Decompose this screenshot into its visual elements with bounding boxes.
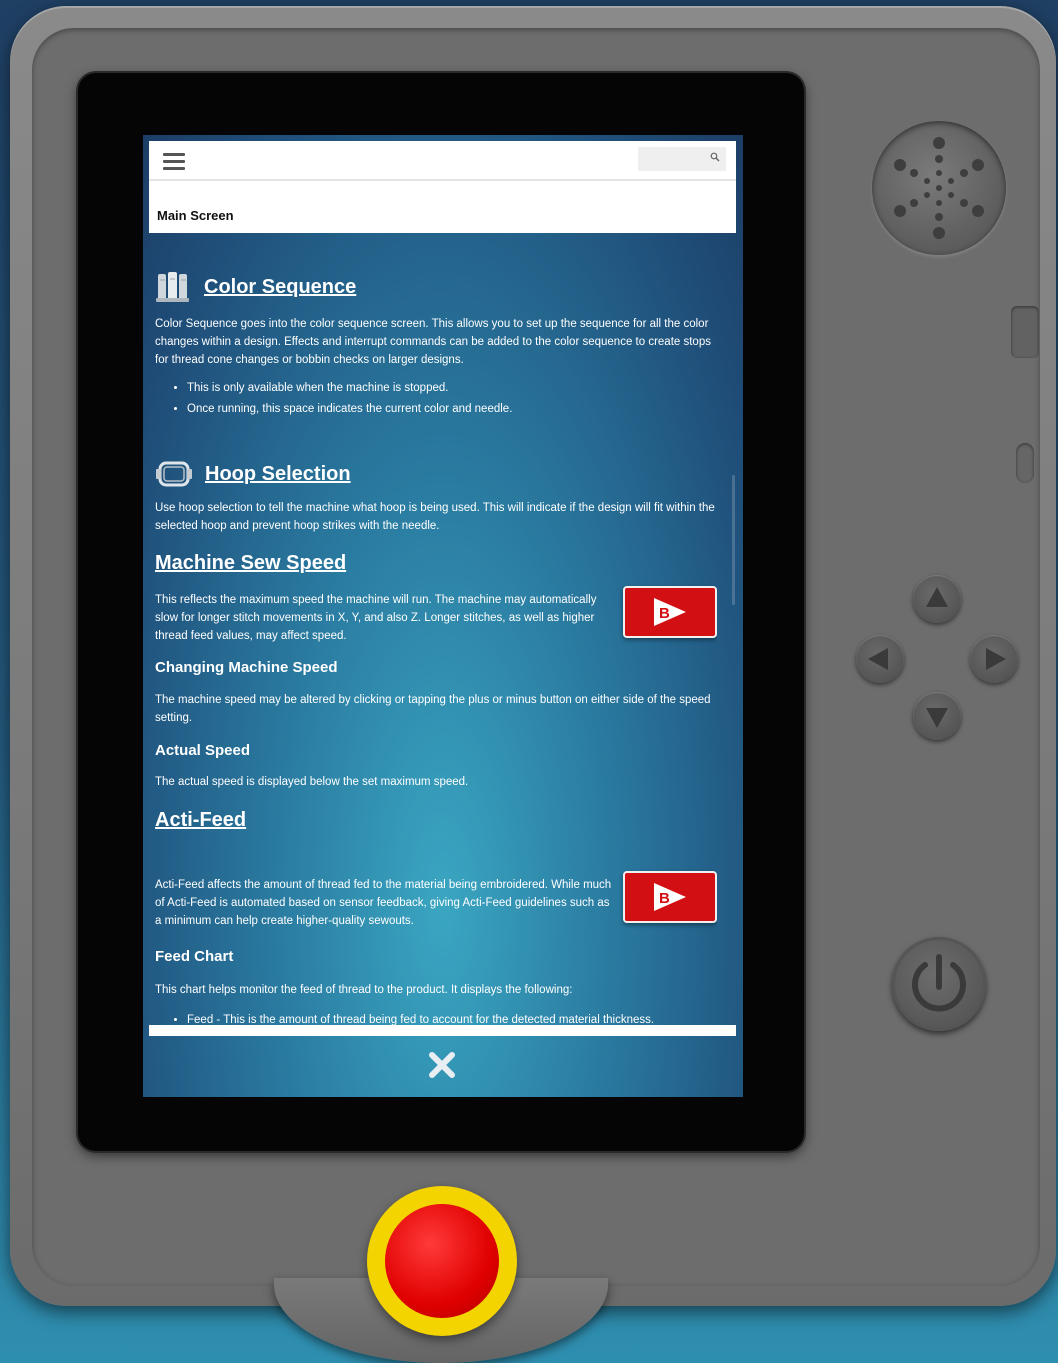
hoop-icon bbox=[156, 461, 192, 487]
video-button-label: B bbox=[659, 605, 670, 622]
dpad-right-button[interactable] bbox=[970, 635, 1018, 683]
changing-machine-speed-description: The machine speed may be altered by clic… bbox=[155, 694, 711, 724]
arrow-up-icon bbox=[926, 587, 948, 607]
section-heading-acti-feed: Acti-Feed bbox=[155, 809, 246, 832]
section-heading-machine-sew-speed: Machine Sew Speed bbox=[155, 552, 346, 575]
feed-chart-description: This chart helps monitor the feed of thr… bbox=[155, 984, 573, 996]
machine-sew-speed-video-button[interactable]: B bbox=[623, 586, 717, 638]
speaker-grille bbox=[872, 121, 1006, 255]
close-icon[interactable] bbox=[427, 1050, 457, 1080]
header-bar: Main Screen bbox=[149, 141, 736, 233]
header-divider bbox=[149, 179, 736, 181]
touch-screen: Main Screen Color Sequence Color Sequenc… bbox=[143, 135, 743, 1097]
machine-sew-speed-description: This reflects the maximum speed the mach… bbox=[155, 594, 597, 642]
emergency-stop-button[interactable] bbox=[367, 1186, 517, 1336]
acti-feed-description: Acti-Feed affects the amount of thread f… bbox=[155, 879, 612, 927]
side-slot bbox=[1011, 306, 1039, 358]
hoop-selection-link[interactable]: Hoop Selection bbox=[205, 463, 351, 486]
color-sequence-description: Color Sequence goes into the color seque… bbox=[155, 318, 711, 366]
dpad-left-button[interactable] bbox=[856, 635, 904, 683]
search-input[interactable] bbox=[638, 147, 726, 171]
feed-chart-heading: Feed Chart bbox=[155, 948, 234, 965]
section-heading-hoop-selection: Hoop Selection bbox=[155, 460, 351, 488]
acti-feed-video-button[interactable]: B bbox=[623, 871, 717, 923]
emergency-stop-cap bbox=[385, 1204, 499, 1318]
speaker-holes bbox=[894, 137, 984, 239]
changing-machine-speed-heading: Changing Machine Speed bbox=[155, 659, 338, 676]
arrow-down-icon bbox=[926, 708, 948, 728]
machine-sew-speed-link[interactable]: Machine Sew Speed bbox=[155, 552, 346, 575]
dpad-down-button[interactable] bbox=[913, 692, 961, 740]
acti-feed-link[interactable]: Acti-Feed bbox=[155, 809, 246, 832]
side-port bbox=[1016, 443, 1034, 483]
video-play-icon: B bbox=[654, 598, 686, 626]
arrow-left-icon bbox=[868, 648, 888, 670]
dpad-up-button[interactable] bbox=[913, 575, 961, 623]
arrow-right-icon bbox=[986, 648, 1006, 670]
section-heading-color-sequence: Color Sequence bbox=[155, 270, 356, 304]
content-bottom-edge bbox=[149, 1025, 736, 1036]
list-item: Feed - This is the amount of thread bein… bbox=[187, 1010, 717, 1025]
content-scrollbar[interactable] bbox=[732, 475, 735, 605]
feed-chart-bullets: Feed - This is the amount of thread bein… bbox=[155, 1010, 717, 1025]
hoop-selection-description: Use hoop selection to tell the machine w… bbox=[155, 502, 715, 532]
power-icon bbox=[912, 954, 966, 1012]
list-item: This is only available when the machine … bbox=[187, 378, 707, 399]
video-play-icon: B bbox=[654, 883, 686, 911]
video-button-label: B bbox=[659, 890, 670, 907]
power-button[interactable] bbox=[892, 937, 986, 1031]
spools-icon bbox=[156, 272, 189, 302]
hamburger-menu-icon[interactable] bbox=[163, 150, 185, 172]
page-title: Main Screen bbox=[157, 208, 234, 223]
actual-speed-heading: Actual Speed bbox=[155, 742, 251, 759]
color-sequence-link[interactable]: Color Sequence bbox=[204, 276, 356, 299]
help-content: Color Sequence Color Sequence goes into … bbox=[155, 240, 717, 1025]
list-item: Once running, this space indicates the c… bbox=[187, 399, 707, 420]
search-icon[interactable] bbox=[710, 152, 720, 162]
actual-speed-description: The actual speed is displayed below the … bbox=[155, 776, 469, 788]
color-sequence-bullets: This is only available when the machine … bbox=[155, 378, 707, 420]
